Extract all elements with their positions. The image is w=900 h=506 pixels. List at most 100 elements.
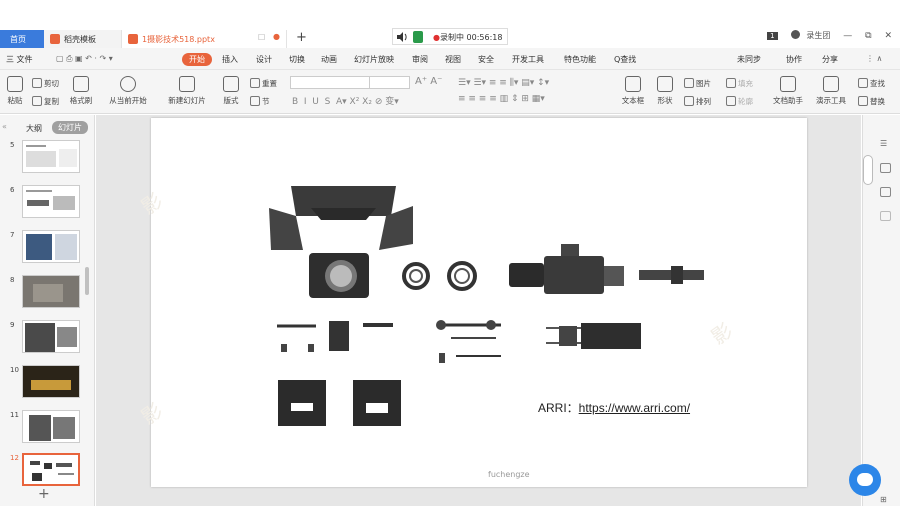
format-painter-button[interactable]: 格式刷 [66,76,96,106]
collapse-icon[interactable]: « [2,122,7,131]
find-button[interactable]: 查找 [858,78,885,89]
section-button[interactable]: 节 [250,96,270,107]
text-format-buttons[interactable]: B I U S A▾ X² X₂ ⊘ 变▾ [292,94,399,107]
window-controls: 1 录生团 — ⧉ ✕ [757,30,892,46]
panel-scrollbar[interactable] [85,267,89,295]
menu-features[interactable]: 特色功能 [564,54,596,65]
font-name-select[interactable] [290,76,410,89]
avatar[interactable] [790,30,800,39]
doc-assistant-button[interactable]: 文档助手 [770,76,806,106]
replace-button[interactable]: 替换 [858,96,885,107]
tab-outline[interactable]: 大纲 [26,123,42,134]
present-tools-button[interactable]: 演示工具 [812,76,850,106]
menu-start[interactable]: 开始 [182,53,212,66]
tab-file[interactable]: 1摄影技术518.pptx ☐ ● [122,30,287,48]
textbox-button[interactable]: 文本框 [618,76,648,106]
quick-access-icons[interactable]: ▢ ⎙ ▣ ↶ · ↷ ▾ [56,54,113,64]
unsaved-dot-icon: ● [273,32,280,41]
slide-thumbnail[interactable]: 9 [0,320,95,358]
align-buttons[interactable]: ≡ ≡ ≡ ≡ ▥ ⇕ ⊞ ▦▾ [458,94,545,104]
cut-button[interactable]: 剪切 [32,78,59,89]
layout-button[interactable]: 版式 [218,76,244,106]
add-slide-button[interactable]: + [38,486,50,502]
chat-button[interactable] [849,464,881,496]
close-icon[interactable]: ✕ [884,31,892,41]
reset-icon [250,78,260,88]
slide-thumbnail[interactable]: 10 [0,365,95,403]
menu-animation[interactable]: 动画 [321,54,337,65]
more-icon[interactable]: ⋮ ∧ [866,54,882,63]
docer-icon [50,34,60,44]
copy-panel-icon[interactable] [880,187,891,197]
menu-view[interactable]: 视图 [445,54,461,65]
right-sidebar: ☰ [862,115,900,506]
textbox-icon [625,76,641,92]
sync-status[interactable]: 未同步 [737,54,761,65]
picture-icon [684,78,694,88]
menu-file[interactable]: 三 文件 [6,54,33,65]
fill-button[interactable]: 填充 [726,78,753,89]
slide-thumbnail[interactable]: 7 [0,230,95,268]
replace-icon [858,96,868,106]
menu-review[interactable]: 审阅 [412,54,428,65]
tab-close-icon[interactable]: ☐ [258,33,265,42]
picture-button[interactable]: 图片 [684,78,711,89]
new-slide-icon [179,76,195,92]
copy-button[interactable]: 复制 [32,96,59,107]
slide-thumbnail[interactable]: 8 [0,275,95,313]
list-buttons[interactable]: ☰▾ ☰▾ ≡ ≡ ⫼▾ ▤▾ ↕▾ [458,78,549,88]
thumbnail-image [22,230,80,263]
thumbnail-image [22,365,80,398]
thumbnail-image [22,140,80,173]
chat-bubble-icon [857,473,873,486]
font-size-buttons[interactable]: A⁺ A⁻ [415,76,442,87]
arri-camera-accessories-image [269,186,704,426]
tab-home[interactable]: 首页 [0,30,44,48]
outline-button[interactable]: 轮廓 [726,96,753,107]
title-bar: 首页 稻壳模板 1摄影技术518.pptx ☐ ● + ●录制中 00:56:1… [0,0,900,48]
menu-insert[interactable]: 插入 [222,54,238,65]
menu-dev-tools[interactable]: 开发工具 [512,54,544,65]
arri-link[interactable]: https://www.arri.com/ [579,401,690,415]
settings-icon[interactable]: ☰ [880,139,891,149]
slide-thumbnail[interactable]: 5 [0,140,95,178]
menu-transition[interactable]: 切换 [289,54,305,65]
star-icon[interactable] [880,163,891,173]
from-current-button[interactable]: 从当前开始 [104,76,152,106]
paste-button[interactable]: 粘贴 [4,76,26,106]
share-button[interactable]: 分享 [822,54,838,65]
slide-canvas[interactable]: 影 影 影 ARRI：https://www.arri.com/ fucheng… [137,118,807,487]
menu-design[interactable]: 设计 [256,54,272,65]
editor-scrollbar[interactable] [863,155,873,185]
ribbon-toolbar: 粘贴 剪切 复制 格式刷 从当前开始 新建幻灯片 版式 重置 节 A⁺ A⁻ B… [0,70,900,114]
menu-security[interactable]: 安全 [478,54,494,65]
new-slide-button[interactable]: 新建幻灯片 [164,76,210,106]
slide-thumbnail[interactable]: 6 [0,185,95,223]
outline-icon [726,96,736,106]
slide-thumbnail[interactable]: 11 [0,410,95,448]
thumbnail-image [22,185,80,218]
reset-button[interactable]: 重置 [250,78,277,89]
badge-icon[interactable]: 1 [767,32,778,40]
tab-template[interactable]: 稻壳模板 [44,30,122,48]
shape-button[interactable]: 形状 [652,76,678,106]
menu-bar: 三 文件 ▢ ⎙ ▣ ↶ · ↷ ▾ 开始 插入 设计 切换 动画 幻灯片放映 … [0,48,900,70]
arri-label: ARRI：https://www.arri.com/ [538,401,691,415]
mic-icon [413,31,423,43]
minimize-icon[interactable]: — [843,31,852,41]
grid-icon[interactable]: ⊞ [880,495,887,504]
tab-slides[interactable]: 幻灯片 [52,121,88,134]
recording-indicator[interactable]: ●录制中 00:56:18 [392,28,508,45]
restore-icon[interactable]: ⧉ [865,31,871,41]
user-name[interactable]: 录生团 [806,30,830,41]
menu-search[interactable]: Q查找 [614,54,636,65]
scissors-icon [32,78,42,88]
play-icon [120,76,136,92]
cube-icon[interactable] [880,211,891,221]
arrange-icon [684,96,694,106]
collab-button[interactable]: 协作 [786,54,802,65]
new-tab-button[interactable]: + [296,30,307,45]
arrange-button[interactable]: 排列 [684,96,711,107]
menu-slideshow[interactable]: 幻灯片放映 [354,54,394,65]
layout-icon [223,76,239,92]
